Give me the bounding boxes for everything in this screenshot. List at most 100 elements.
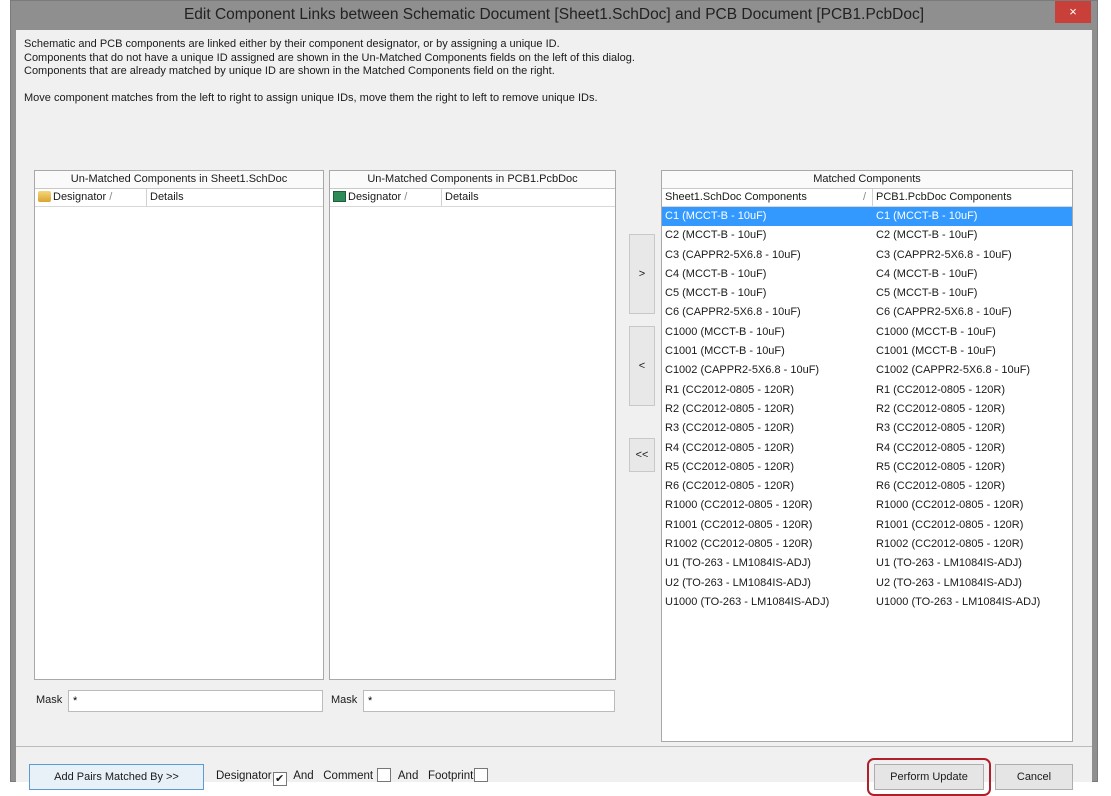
cancel-button[interactable]: Cancel xyxy=(995,764,1073,790)
mask-sch: Mask xyxy=(36,690,323,712)
mask-sch-input[interactable] xyxy=(68,690,323,712)
comment-checkbox[interactable] xyxy=(377,768,392,782)
unmatched-sch-panel[interactable]: Un-Matched Components in Sheet1.SchDoc D… xyxy=(34,170,324,680)
pcb-component-cell: C1001 (MCCT-B - 10uF) xyxy=(876,345,996,358)
pcb-component-cell: C5 (MCCT-B - 10uF) xyxy=(876,287,978,300)
dialog-title: Edit Component Links between Schematic D… xyxy=(183,6,925,23)
sch-component-cell: R4 (CC2012-0805 - 120R) xyxy=(665,441,795,454)
pcb-component-cell: C6 (CAPPR2-5X6.8 - 10uF) xyxy=(876,306,1012,319)
pcb-component-cell: R3 (CC2012-0805 - 120R) xyxy=(876,422,1006,435)
sch-component-cell: C6 (CAPPR2-5X6.8 - 10uF) xyxy=(665,306,801,319)
table-row[interactable]: C1000 (MCCT-B - 10uF) C1000 (MCCT-B - 10u… xyxy=(662,323,1072,342)
perform-update-button[interactable]: Perform Update xyxy=(874,764,984,790)
table-row[interactable]: R1001 (CC2012-0805 - 120R) R1001 (CC2012-… xyxy=(662,516,1072,535)
pcb-component-cell: R2 (CC2012-0805 - 120R) xyxy=(876,402,1006,415)
pcb-component-cell: U1000 (TO-263 - LM1084IS-ADJ) xyxy=(876,595,1041,608)
sort-icon: / xyxy=(109,191,113,203)
mask-label: Mask xyxy=(36,694,63,706)
table-row[interactable]: U1000 (TO-263 - LM1084IS-ADJ) U1000 (TO-2… xyxy=(662,593,1072,612)
table-row[interactable]: R1000 (CC2012-0805 - 120R) R1000 (CC2012-… xyxy=(662,496,1072,515)
mask-label: Mask xyxy=(331,694,358,706)
sch-component-cell: R1000 (CC2012-0805 - 120R) xyxy=(665,499,813,512)
table-row[interactable]: U1 (TO-263 - LM1084IS-ADJ) U1 (TO-263 - L… xyxy=(662,554,1072,573)
sch-component-cell: C1 (MCCT-B - 10uF) xyxy=(665,210,767,222)
table-row[interactable]: R3 (CC2012-0805 - 120R) R3 (CC2012-0805 -… xyxy=(662,419,1072,438)
pcb-component-cell: U1 (TO-263 - LM1084IS-ADJ) xyxy=(876,557,1022,570)
footprint-checkbox[interactable] xyxy=(474,768,489,782)
pcb-column-header[interactable]: PCB1.PcbDoc Components xyxy=(873,189,1012,206)
move-all-left-button[interactable]: << xyxy=(629,438,655,472)
pcb-component-cell: C1002 (CAPPR2-5X6.8 - 10uF) xyxy=(876,364,1031,377)
sch-component-cell: R6 (CC2012-0805 - 120R) xyxy=(665,480,795,493)
details-column-header[interactable]: Details xyxy=(147,189,184,206)
pcb-icon xyxy=(333,191,346,202)
sch-component-cell: R2 (CC2012-0805 - 120R) xyxy=(665,402,795,415)
move-left-button[interactable]: < xyxy=(629,326,655,406)
sch-component-cell: R3 (CC2012-0805 - 120R) xyxy=(665,422,795,435)
sch-component-cell: C1001 (MCCT-B - 10uF) xyxy=(665,345,785,358)
add-pairs-button[interactable]: Add Pairs Matched By >> xyxy=(29,764,204,790)
matched-components-panel[interactable]: Matched Components Sheet1.SchDoc Compone… xyxy=(661,170,1073,742)
pcb-component-cell: C1 (MCCT-B - 10uF) xyxy=(876,210,978,222)
matched-list[interactable]: C1 (MCCT-B - 10uF) C1 (MCCT-B - 10uF) C2 (… xyxy=(662,207,1072,612)
unmatched-pcb-panel[interactable]: Un-Matched Components in PCB1.PcbDoc Des… xyxy=(329,170,616,680)
designator-column-header[interactable]: Designator / xyxy=(35,189,147,206)
close-button[interactable]: × xyxy=(1055,1,1091,23)
table-row[interactable]: U2 (TO-263 - LM1084IS-ADJ) U2 (TO-263 - L… xyxy=(662,574,1072,593)
pcb-component-cell: R1002 (CC2012-0805 - 120R) xyxy=(876,538,1024,551)
sch-component-cell: C2 (MCCT-B - 10uF) xyxy=(665,229,767,242)
table-row[interactable]: C1 (MCCT-B - 10uF) C1 (MCCT-B - 10uF) xyxy=(662,207,1072,227)
table-row[interactable]: C4 (MCCT-B - 10uF) C4 (MCCT-B - 10uF) xyxy=(662,265,1072,284)
designator-label: Designator xyxy=(216,770,272,782)
pcb-component-cell: C4 (MCCT-B - 10uF) xyxy=(876,267,978,280)
panel-title: Un-Matched Components in Sheet1.SchDoc xyxy=(35,171,323,189)
table-row[interactable]: C1001 (MCCT-B - 10uF) C1001 (MCCT-B - 10u… xyxy=(662,342,1072,361)
pcb-component-cell: C1000 (MCCT-B - 10uF) xyxy=(876,325,996,338)
table-row[interactable]: R2 (CC2012-0805 - 120R) R2 (CC2012-0805 -… xyxy=(662,400,1072,419)
details-column-header[interactable]: Details xyxy=(442,189,479,206)
table-row[interactable]: R1002 (CC2012-0805 - 120R) R1002 (CC2012-… xyxy=(662,535,1072,554)
pcb-component-cell: R6 (CC2012-0805 - 120R) xyxy=(876,480,1006,493)
sort-icon: / xyxy=(404,191,408,203)
schematic-icon xyxy=(38,191,51,202)
pcb-component-cell: R1 (CC2012-0805 - 120R) xyxy=(876,383,1006,396)
pcb-component-cell: R1000 (CC2012-0805 - 120R) xyxy=(876,499,1024,512)
pcb-component-cell: R4 (CC2012-0805 - 120R) xyxy=(876,441,1006,454)
sch-component-cell: C1000 (MCCT-B - 10uF) xyxy=(665,325,785,338)
dialog-content: Schematic and PCB components are linked … xyxy=(16,30,1092,746)
pcb-component-cell: R5 (CC2012-0805 - 120R) xyxy=(876,460,1006,473)
table-row[interactable]: R6 (CC2012-0805 - 120R) R6 (CC2012-0805 -… xyxy=(662,477,1072,496)
table-row[interactable]: R1 (CC2012-0805 - 120R) R1 (CC2012-0805 -… xyxy=(662,381,1072,400)
and-label: And xyxy=(293,770,314,782)
sch-component-cell: U2 (TO-263 - LM1084IS-ADJ) xyxy=(665,576,811,589)
sch-component-cell: U1000 (TO-263 - LM1084IS-ADJ) xyxy=(665,595,830,608)
intro-line: Move component matches from the left to … xyxy=(24,91,598,104)
intro-line: Components that are already matched by u… xyxy=(24,65,555,77)
pcb-component-cell: R1001 (CC2012-0805 - 120R) xyxy=(876,518,1024,531)
sch-component-cell: C3 (CAPPR2-5X6.8 - 10uF) xyxy=(665,248,801,261)
mask-pcb-input[interactable] xyxy=(363,690,615,712)
sch-component-cell: R1001 (CC2012-0805 - 120R) xyxy=(665,518,813,531)
move-right-button[interactable]: > xyxy=(629,234,655,314)
designator-checkbox[interactable]: ✔ xyxy=(272,772,287,786)
table-row[interactable]: R5 (CC2012-0805 - 120R) R5 (CC2012-0805 -… xyxy=(662,458,1072,477)
sch-component-cell: R1002 (CC2012-0805 - 120R) xyxy=(665,538,813,551)
sch-component-cell: R1 (CC2012-0805 - 120R) xyxy=(665,383,795,396)
pcb-component-cell: U2 (TO-263 - LM1084IS-ADJ) xyxy=(876,576,1022,589)
pcb-component-cell: C3 (CAPPR2-5X6.8 - 10uF) xyxy=(876,248,1012,261)
table-row[interactable]: C1002 (CAPPR2-5X6.8 - 10uF) C1002 (CAPPR2… xyxy=(662,361,1072,380)
designator-column-header[interactable]: Designator / xyxy=(330,189,442,206)
table-row[interactable]: C3 (CAPPR2-5X6.8 - 10uF) C3 (CAPPR2-5X6.8… xyxy=(662,246,1072,265)
comment-label: Comment xyxy=(323,770,374,782)
sch-component-cell: U1 (TO-263 - LM1084IS-ADJ) xyxy=(665,557,811,570)
match-options: Designator ✔ And Comment And Footprint xyxy=(216,768,492,786)
mask-pcb: Mask xyxy=(331,690,615,712)
table-row[interactable]: C2 (MCCT-B - 10uF) C2 (MCCT-B - 10uF) xyxy=(662,226,1072,245)
sch-column-header[interactable]: Sheet1.SchDoc Components / xyxy=(662,189,873,206)
and-label: And xyxy=(397,770,419,782)
sch-component-cell: C1002 (CAPPR2-5X6.8 - 10uF) xyxy=(665,364,820,377)
table-row[interactable]: C5 (MCCT-B - 10uF) C5 (MCCT-B - 10uF) xyxy=(662,284,1072,303)
table-row[interactable]: C6 (CAPPR2-5X6.8 - 10uF) C6 (CAPPR2-5X6.8… xyxy=(662,303,1072,322)
intro-line: Components that do not have a unique ID … xyxy=(24,51,635,64)
table-row[interactable]: R4 (CC2012-0805 - 120R) R4 (CC2012-0805 -… xyxy=(662,439,1072,458)
